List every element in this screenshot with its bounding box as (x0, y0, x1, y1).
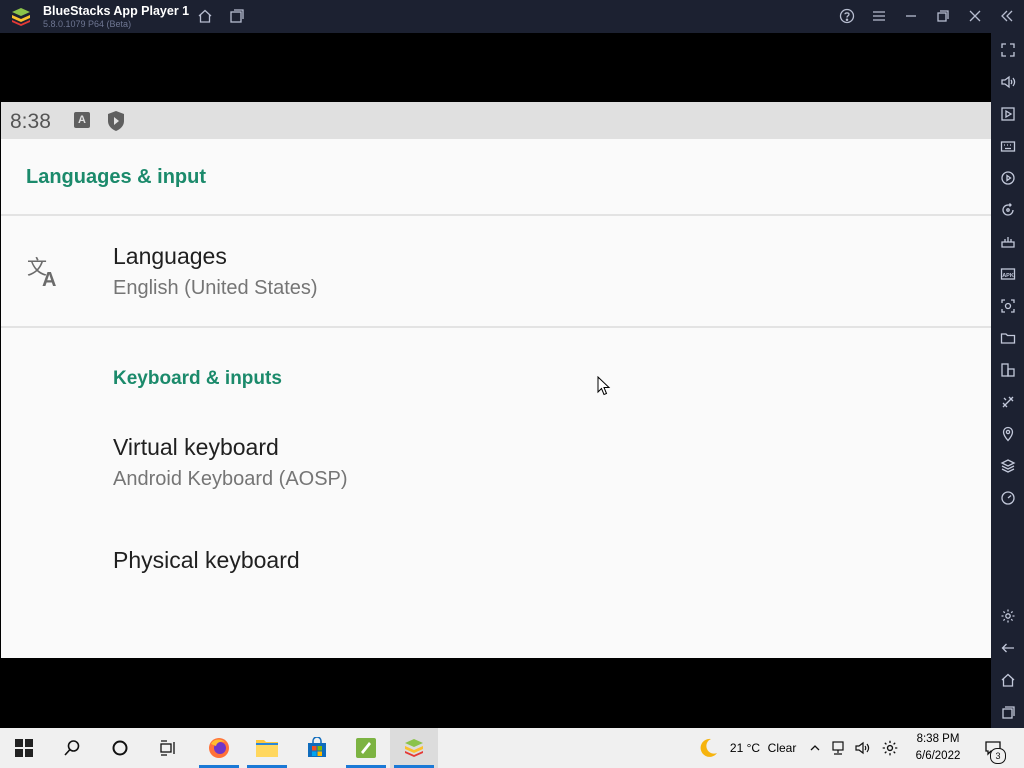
layers-icon[interactable] (997, 455, 1018, 476)
task-view-button[interactable] (144, 728, 192, 768)
search-button[interactable] (48, 728, 96, 768)
speaker-icon (855, 741, 870, 755)
notification-center-button[interactable]: 3 (978, 728, 1008, 768)
performance-icon[interactable] (997, 487, 1018, 508)
media-manager-icon[interactable] (997, 103, 1018, 124)
virtual-keyboard-title: Virtual keyboard (113, 434, 279, 460)
languages-subtitle: English (United States) (113, 277, 318, 299)
svg-text:A: A (42, 269, 56, 291)
keyboard-controls-icon[interactable] (997, 135, 1018, 156)
weather-temp-wrap[interactable]: 21 °C (726, 728, 764, 768)
fullscreen-icon[interactable] (997, 39, 1018, 60)
window-title: BlueStacks App Player 1 (43, 4, 190, 18)
gear-icon (882, 740, 898, 756)
clock-time: 8:38 PM (916, 733, 960, 745)
weather-temperature: 21 °C (729, 741, 761, 755)
windows-taskbar: 21 °C Clear 8:38 PM 6/6/2022 3 (0, 728, 1024, 768)
volume-button[interactable] (851, 728, 873, 768)
show-hidden-icons-button[interactable] (805, 728, 825, 768)
game-controls-icon[interactable] (997, 231, 1018, 252)
languages-title: Languages (113, 243, 227, 269)
screenshot-icon[interactable] (997, 295, 1018, 316)
cortana-icon (112, 740, 128, 756)
folder-icon[interactable] (997, 327, 1018, 348)
taskbar-clock[interactable]: 8:38 PM 6/6/2022 (906, 731, 970, 765)
bluestacks-logo-icon (12, 8, 30, 26)
taskbar-firefox[interactable] (195, 728, 243, 768)
chevron-up-icon (810, 745, 820, 751)
network-icon (832, 741, 844, 755)
close-icon[interactable] (964, 5, 986, 27)
menu-icon[interactable] (868, 5, 890, 27)
folder-icon (256, 740, 278, 757)
macro-icon[interactable] (997, 167, 1018, 188)
taskbar-store[interactable] (293, 728, 341, 768)
physical-keyboard-title: Physical keyboard (113, 547, 300, 573)
virtual-keyboard-item[interactable]: Virtual keyboard Android Keyboard (AOSP) (1, 422, 991, 492)
android-status-bar: 8:38 A (1, 102, 991, 139)
weather-condition-wrap[interactable]: Clear (765, 728, 799, 768)
collapse-sidebar-icon[interactable] (996, 5, 1018, 27)
task-view-icon (160, 740, 175, 756)
start-button[interactable] (0, 728, 48, 768)
weather-widget[interactable] (694, 728, 722, 768)
install-apk-icon[interactable]: APK (997, 263, 1018, 284)
page-title: Languages & input (26, 166, 206, 188)
multi-instance-manager-icon (356, 738, 376, 758)
taskbar-bluestacks[interactable] (390, 728, 438, 768)
android-screen: 8:38 A Languages & input 文 A Languages E… (1, 102, 991, 658)
microsoft-store-icon (308, 737, 326, 757)
settings-header: Languages & input (1, 139, 991, 216)
multi-instance-sidebar-icon[interactable] (997, 359, 1018, 380)
settings-gear-icon[interactable] (997, 605, 1018, 626)
recent-apps-icon[interactable] (997, 701, 1018, 722)
play-protect-icon (108, 111, 124, 131)
translate-icon: 文 A (27, 255, 56, 291)
restore-icon[interactable] (932, 5, 954, 27)
help-icon[interactable] (836, 5, 858, 27)
moon-icon (700, 738, 717, 757)
home-icon[interactable] (194, 5, 216, 27)
search-icon (64, 740, 80, 756)
bluestacks-sidebar: APK (991, 33, 1024, 728)
back-arrow-icon[interactable] (997, 637, 1018, 658)
firefox-icon (209, 738, 229, 758)
minimize-icon[interactable] (900, 5, 922, 27)
status-time: 8:38 (10, 110, 51, 133)
taskbar-file-explorer[interactable] (243, 728, 291, 768)
bluestacks-icon (405, 739, 423, 757)
volume-icon[interactable] (997, 71, 1018, 92)
location-icon[interactable] (997, 423, 1018, 444)
windows-logo-icon (15, 739, 33, 757)
mouse-cursor-icon (597, 376, 611, 396)
virtual-keyboard-subtitle: Android Keyboard (AOSP) (113, 468, 348, 490)
multi-instance-icon[interactable] (226, 5, 248, 27)
languages-item[interactable]: 文 A Languages English (United States) (1, 216, 991, 328)
keyboard-section-header: Keyboard & inputs (113, 368, 282, 389)
svg-text:APK: APK (1002, 273, 1014, 279)
taskbar-bluestacks-multi-instance[interactable] (342, 728, 390, 768)
notification-badge: 3 (990, 748, 1006, 764)
app-version: 5.8.0.1079 P64 (Beta) (43, 19, 132, 29)
ime-indicator-icon: A (74, 112, 90, 128)
title-bar: BlueStacks App Player 1 5.8.0.1079 P64 (… (0, 0, 1024, 33)
physical-keyboard-item[interactable]: Physical keyboard (1, 532, 991, 592)
rotate-icon[interactable] (997, 199, 1018, 220)
cortana-button[interactable] (96, 728, 144, 768)
settings-tray-button[interactable] (878, 728, 902, 768)
clock-date: 6/6/2022 (915, 750, 961, 762)
eco-mode-icon[interactable] (997, 391, 1018, 412)
android-home-icon[interactable] (997, 669, 1018, 690)
network-button[interactable] (827, 728, 849, 768)
weather-condition: Clear (767, 741, 797, 755)
